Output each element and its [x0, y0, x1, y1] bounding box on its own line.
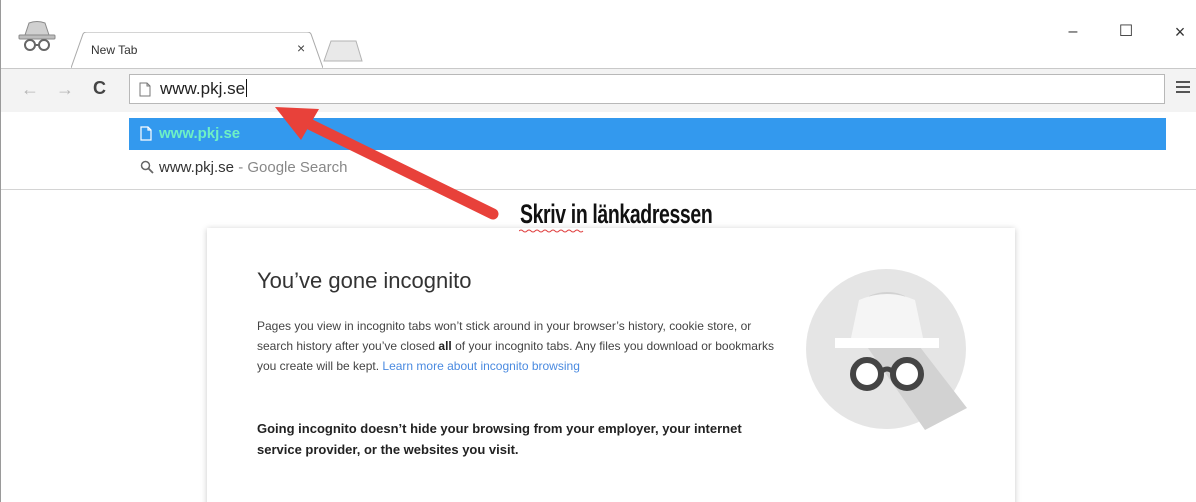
minimize-button[interactable]: –: [1058, 22, 1088, 42]
incognito-card: You’ve gone incognito Pages you view in …: [207, 228, 1015, 502]
browser-window: New Tab × – ☐ × ← → C www.pkj.se www.pkj…: [0, 0, 1196, 502]
forward-button[interactable]: →: [56, 79, 74, 99]
learn-more-link[interactable]: Learn more about incognito browsing: [382, 359, 579, 373]
text-caret: [246, 79, 248, 97]
suggestion-search-description: - Google Search: [234, 159, 348, 176]
page-title: You’ve gone incognito: [257, 268, 472, 293]
autocomplete-dropdown: www.pkj.se www.pkj.se - Google Search: [1, 112, 1196, 190]
hamburger-menu-icon[interactable]: [1176, 81, 1190, 95]
spellcheck-squiggle: [519, 229, 584, 233]
search-icon: [140, 160, 154, 174]
tab-strip: New Tab × – ☐ ×: [1, 0, 1196, 68]
reload-button[interactable]: C: [93, 78, 106, 98]
emphasis-all: all: [438, 339, 452, 353]
page-icon: [140, 126, 152, 141]
maximize-button[interactable]: ☐: [1111, 22, 1141, 42]
close-window-button[interactable]: ×: [1165, 22, 1195, 42]
tab-new-tab[interactable]: New Tab ×: [71, 32, 323, 68]
incognito-spy-illustration: [806, 269, 967, 430]
page-content: You’ve gone incognito Pages you view in …: [1, 190, 1196, 502]
suggestion-url-text: www.pkj.se: [159, 125, 241, 142]
suggestion-search[interactable]: www.pkj.se - Google Search: [129, 154, 1166, 182]
browser-toolbar: ← → C www.pkj.se: [1, 68, 1196, 112]
annotation-label: Skriv in länkadressen: [520, 199, 713, 229]
back-button[interactable]: ←: [21, 79, 39, 99]
incognito-description: Pages you view in incognito tabs won’t s…: [257, 319, 774, 373]
tab-title: New Tab: [91, 43, 138, 57]
tab-close-icon[interactable]: ×: [297, 41, 305, 55]
suggestion-url[interactable]: www.pkj.se: [129, 118, 1166, 150]
new-tab-button[interactable]: [323, 40, 363, 62]
suggestion-search-text: www.pkj.se - Google Search: [159, 159, 348, 176]
incognito-warning: Going incognito doesn’t hide your browsi…: [257, 421, 742, 457]
address-bar-text: www.pkj.se: [160, 79, 248, 98]
address-bar[interactable]: www.pkj.se: [129, 74, 1165, 104]
page-icon: [139, 82, 151, 97]
incognito-icon: [18, 21, 56, 51]
